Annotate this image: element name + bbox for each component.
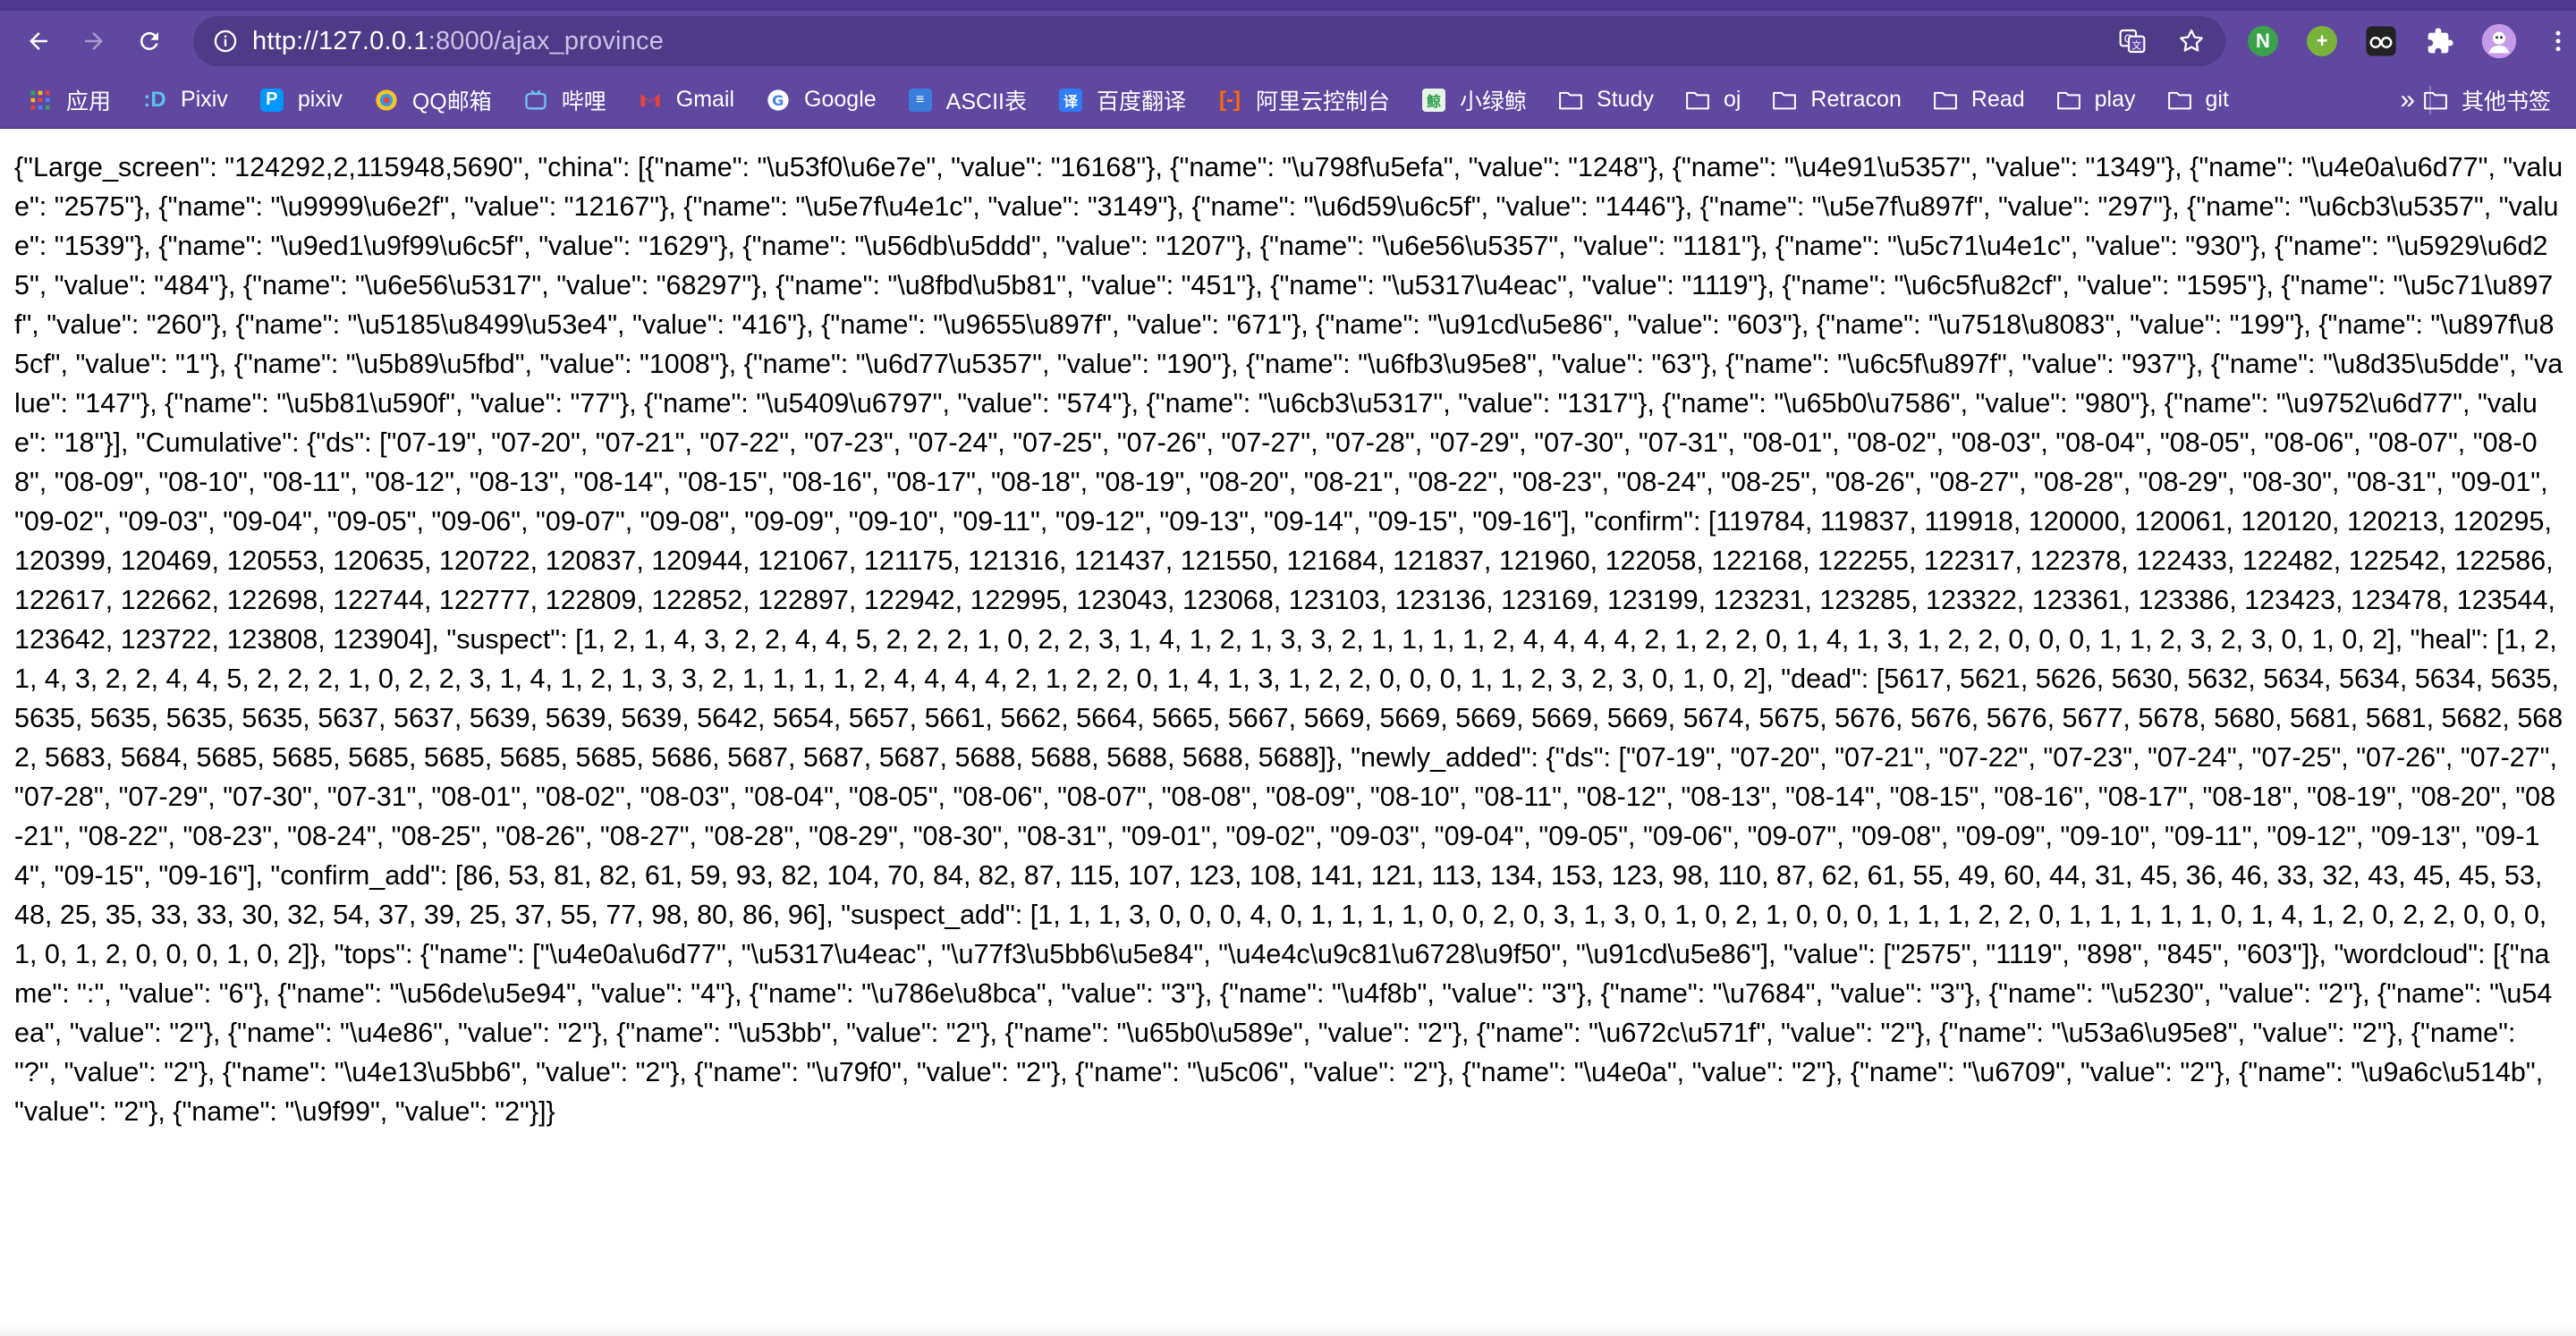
aliyun-icon: [-]: [1218, 87, 1241, 112]
address-bar[interactable]: http://127.0.0.1:8000/ajax_province G文: [193, 16, 2225, 66]
folder-icon: [1557, 87, 1584, 114]
bookmark-3[interactable]: QQ邮箱: [373, 79, 492, 122]
bookmark-folder-14[interactable]: Read: [1932, 79, 2025, 122]
translate-icon[interactable]: G文: [2114, 23, 2150, 59]
bookmark-label: play: [2094, 87, 2136, 112]
bookmark-1[interactable]: :D Pixiv: [141, 79, 228, 122]
folder-icon: [1684, 87, 1711, 114]
ascii-icon: ≡: [907, 87, 934, 114]
bookmark-label: pixiv: [297, 87, 343, 112]
arrow-left-icon: [30, 32, 47, 50]
bookmark-label: Gmail: [675, 87, 735, 112]
folder-icon: [1771, 87, 1798, 114]
bookmark-label: 应用: [66, 89, 112, 114]
browser-toolbar: http://127.0.0.1:8000/ajax_province G文 N…: [0, 11, 2576, 72]
qq-mail-icon: [373, 87, 400, 114]
apps-grid-icon: [27, 87, 54, 114]
bookmark-label: Pixiv: [181, 87, 228, 112]
bilibili-icon: [522, 87, 549, 114]
bookmark-label: 哔哩: [561, 89, 606, 114]
glasses-extension-icon[interactable]: [2363, 23, 2399, 59]
bookmark-7[interactable]: ≡ ASCII表: [907, 79, 1027, 122]
bookmark-10[interactable]: 鲸小绿鲸: [1420, 79, 1527, 122]
pixiv-d-icon: :D: [143, 87, 166, 112]
bookmark-label: 百度翻译: [1096, 89, 1186, 114]
bookmark-folder-16[interactable]: git: [2166, 79, 2229, 122]
arrow-right-icon: [85, 32, 103, 50]
bookmark-label: Study: [1597, 87, 1654, 112]
other-bookmarks-button[interactable]: 其他书签: [2422, 79, 2551, 122]
menu-dots-icon[interactable]: [2540, 23, 2576, 59]
window-title-strip: [0, 0, 2576, 11]
bookmark-folder-12[interactable]: oj: [1684, 79, 1741, 122]
bookmark-4[interactable]: 哔哩: [522, 79, 606, 122]
forward-button[interactable]: [66, 13, 122, 69]
star-icon[interactable]: [2174, 23, 2209, 59]
reload-button[interactable]: [122, 13, 177, 69]
bookmark-0[interactable]: 应用: [27, 79, 111, 122]
bookmark-label: Retracon: [1810, 87, 1902, 112]
bookmark-6[interactable]: G Google: [765, 79, 877, 122]
info-icon[interactable]: [208, 23, 243, 59]
bookmark-8[interactable]: 译百度翻译: [1057, 79, 1186, 122]
bookmark-9[interactable]: [-] 阿里云控制台: [1216, 79, 1390, 122]
folder-icon: [1932, 87, 1959, 114]
bottom-edge-shadow: [0, 1325, 2576, 1336]
bookmark-label: 阿里云控制台: [1255, 89, 1390, 114]
url-host: http://127.0.0.1: [252, 26, 428, 55]
google-icon: G: [765, 87, 792, 114]
bookmark-2[interactable]: Ppixiv: [258, 79, 343, 122]
json-response-text: {"Large_screen": "124292,2,115948,5690",…: [14, 152, 2567, 1127]
url-text[interactable]: http://127.0.0.1:8000/ajax_province: [252, 27, 664, 56]
puzzle-icon[interactable]: [2422, 23, 2458, 59]
pixiv-p-icon: P: [258, 87, 285, 114]
bookmark-label: git: [2205, 87, 2229, 112]
folder-icon: [2055, 87, 2082, 114]
reload-icon: [140, 31, 158, 50]
bookmark-folder-15[interactable]: play: [2055, 79, 2136, 122]
profile-avatar-icon[interactable]: [2481, 23, 2517, 59]
back-button[interactable]: [11, 13, 66, 69]
bookmark-5[interactable]: Gmail: [637, 79, 734, 122]
xiaolvjing-icon: 鲸: [1420, 87, 1447, 114]
svg-text:文: 文: [2131, 40, 2141, 52]
bookmark-label: Read: [1970, 87, 2025, 112]
bookmark-label: Google: [804, 87, 877, 112]
bookmark-folder-13[interactable]: Retracon: [1771, 79, 1902, 122]
baidu-translate-icon: 译: [1057, 87, 1084, 114]
bookmark-label: oj: [1723, 87, 1741, 112]
svg-text:G: G: [772, 91, 784, 108]
gmail-icon: [637, 87, 664, 114]
bookmarks-overflow-button[interactable]: »: [2400, 79, 2415, 122]
bookmark-label: ASCII表: [945, 89, 1027, 114]
other-bookmarks-label: 其他书签: [2461, 89, 2551, 114]
folder-icon: [2422, 87, 2449, 114]
page-content: {"Large_screen": "124292,2,115948,5690",…: [0, 130, 2576, 1336]
bookmarks-bar: 应用 :D Pixiv Ppixiv QQ邮箱 哔哩 Gmail G Google ≡ ASCII表…: [0, 72, 2576, 129]
bookmark-label: QQ邮箱: [411, 89, 492, 114]
plus-extension-icon[interactable]: +: [2304, 23, 2340, 59]
bookmark-label: 小绿鲸: [1460, 89, 1528, 114]
bookmark-folder-11[interactable]: Study: [1557, 79, 1654, 122]
url-path: :8000/ajax_province: [428, 26, 665, 55]
folder-icon: [2166, 87, 2193, 114]
green-extension-icon[interactable]: N: [2245, 23, 2281, 59]
